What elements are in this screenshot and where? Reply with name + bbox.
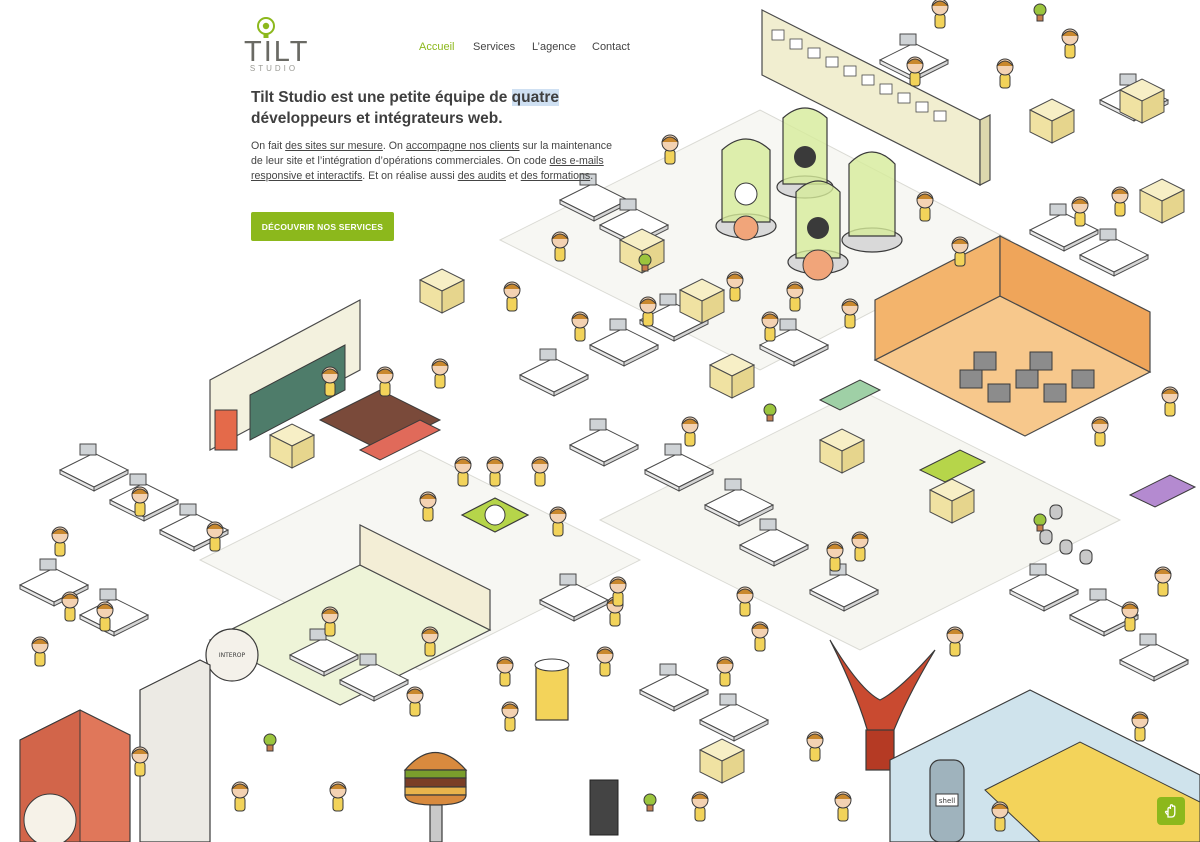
link-sites-sur-mesure[interactable]: des sites sur mesure [285,140,383,152]
link-audits[interactable]: des audits [458,170,506,182]
intro-section: Tilt Studio est une petite équipe de qua… [251,87,623,184]
intro-text: . On [382,140,406,152]
nav-item-services[interactable]: Services [473,41,532,53]
tilt-studio-logo[interactable]: TILT STUDIO [244,14,307,76]
intro-headline: Tilt Studio est une petite équipe de qua… [251,87,623,129]
headline-part-1: Tilt Studio est une petite équipe de [251,89,512,106]
discover-services-button[interactable]: DÉCOUVRIR NOS SERVICES [251,212,394,241]
link-accompagne-clients[interactable]: accompagne nos clients [406,140,520,152]
intro-text: et [505,170,521,182]
svg-text:INTEROP: INTEROP [219,652,246,659]
hand-icon [1164,804,1176,818]
nav-item-contact[interactable]: Contact [592,41,630,53]
intro-text: . Et on réalise aussi [362,170,458,182]
help-button[interactable] [1157,797,1185,825]
svg-text:shell: shell [939,797,955,805]
intro-text: On fait [251,140,286,152]
nav-item-agence[interactable]: L’agence [532,41,592,53]
headline-highlight: quatre [511,89,560,106]
logo-subtitle: STUDIO [249,64,299,73]
nav-item-accueil[interactable]: Accueil [419,41,473,53]
link-formations[interactable]: des formations [521,170,590,182]
main-navigation: Accueil Services L’agence Contact [419,41,630,53]
headline-part-2: développeurs et intégrateurs web. [251,110,503,127]
intro-text: . [590,170,594,182]
intro-paragraph: On fait des sites sur mesure. On accompa… [251,139,613,184]
